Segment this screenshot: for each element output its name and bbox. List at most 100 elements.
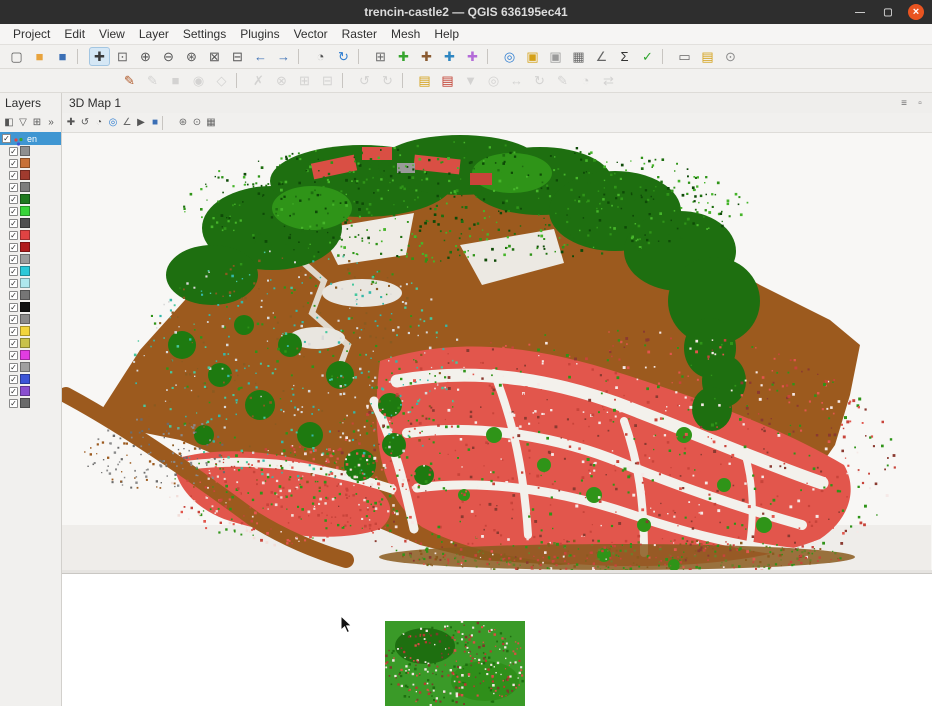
add-feature-icon[interactable]: ◉: [188, 71, 209, 90]
zoom-to-layer-icon[interactable]: ⊟: [227, 47, 248, 66]
copy-features-icon[interactable]: ⊞: [294, 71, 315, 90]
layer-class-row[interactable]: ✓: [0, 169, 61, 181]
layer-class-checkbox[interactable]: ✓: [9, 291, 18, 300]
layer-class-checkbox[interactable]: ✓: [9, 279, 18, 288]
new-project-icon[interactable]: ▢: [6, 47, 27, 66]
add-point-cloud-layer-icon[interactable]: ✚: [462, 47, 483, 66]
temporal-controller-icon[interactable]: ◔: [310, 47, 331, 66]
scene-config-icon[interactable]: ⊙: [190, 116, 204, 130]
identify-3d-icon[interactable]: ◎: [106, 116, 120, 130]
layer-class-checkbox[interactable]: ✓: [9, 195, 18, 204]
layer-class-checkbox[interactable]: ✓: [9, 327, 18, 336]
maximize-button[interactable]: ▢: [880, 4, 896, 20]
zoom-last-icon[interactable]: ←: [250, 47, 271, 66]
map-tips-icon[interactable]: ▤: [697, 47, 718, 66]
layer-class-row[interactable]: ✓: [0, 325, 61, 337]
save-3d-view-icon[interactable]: ■: [148, 116, 162, 130]
search-settings-icon[interactable]: ⊙: [720, 47, 741, 66]
viewport-3d[interactable]: [62, 132, 932, 570]
measure-3d-icon[interactable]: ∠: [120, 116, 134, 130]
layer-checkbox[interactable]: ✓: [2, 134, 11, 143]
layer-row-root[interactable]: ✓ en: [0, 132, 61, 145]
layer-class-checkbox[interactable]: ✓: [9, 159, 18, 168]
open-attribute-table-icon[interactable]: ▦: [568, 47, 589, 66]
play-animation-icon[interactable]: ▶: [134, 116, 148, 130]
cut-features-icon[interactable]: ⊗: [271, 71, 292, 90]
delete-selected-icon[interactable]: ✗: [248, 71, 269, 90]
save-project-icon[interactable]: ■: [52, 47, 73, 66]
open-project-icon[interactable]: ■: [29, 47, 50, 66]
layer-class-row[interactable]: ✓: [0, 157, 61, 169]
zoom-out-icon[interactable]: ⊖: [158, 47, 179, 66]
toggle-editing-icon[interactable]: ✎: [142, 71, 163, 90]
camera-rotate-icon[interactable]: ↺: [78, 116, 92, 130]
layer-class-row[interactable]: ✓: [0, 253, 61, 265]
data-source-manager-icon[interactable]: ⊞: [370, 47, 391, 66]
export-scene-icon[interactable]: ▦: [204, 116, 218, 130]
layer-class-row[interactable]: ✓: [0, 373, 61, 385]
select-features-icon[interactable]: ▣: [522, 47, 543, 66]
layer-class-checkbox[interactable]: ✓: [9, 375, 18, 384]
add-mesh-layer-icon[interactable]: ✚: [439, 47, 460, 66]
layer-class-row[interactable]: ✓: [0, 337, 61, 349]
vertex-tool-icon[interactable]: ◇: [211, 71, 232, 90]
layer-class-row[interactable]: ✓: [0, 205, 61, 217]
camera-pan-icon[interactable]: ✚: [64, 116, 78, 130]
zoom-in-icon[interactable]: ⊕: [135, 47, 156, 66]
redo-icon[interactable]: ↻: [377, 71, 398, 90]
zoom-next-icon[interactable]: →: [273, 47, 294, 66]
layer-class-checkbox[interactable]: ✓: [9, 387, 18, 396]
deselect-features-icon[interactable]: ▣: [545, 47, 566, 66]
filter-legend-icon[interactable]: ▽: [16, 116, 30, 130]
close-button[interactable]: ×: [908, 4, 924, 20]
layer-class-checkbox[interactable]: ✓: [9, 183, 18, 192]
pan-to-selection-icon[interactable]: ⊡: [112, 47, 133, 66]
menu-edit[interactable]: Edit: [57, 26, 92, 42]
layer-class-checkbox[interactable]: ✓: [9, 339, 18, 348]
menu-project[interactable]: Project: [6, 26, 57, 42]
menu-plugins[interactable]: Plugins: [233, 26, 286, 42]
save-edits-icon[interactable]: ■: [165, 71, 186, 90]
minimize-button[interactable]: —: [852, 4, 868, 20]
check-geometries-icon[interactable]: ✓: [637, 47, 658, 66]
pin-labels-icon[interactable]: ▼: [460, 71, 481, 90]
paste-features-icon[interactable]: ⊟: [317, 71, 338, 90]
expand-all-icon[interactable]: ⊞: [30, 116, 44, 130]
layer-class-row[interactable]: ✓: [0, 385, 61, 397]
layer-class-checkbox[interactable]: ✓: [9, 255, 18, 264]
layer-class-row[interactable]: ✓: [0, 361, 61, 373]
layer-class-checkbox[interactable]: ✓: [9, 147, 18, 156]
layer-class-checkbox[interactable]: ✓: [9, 315, 18, 324]
change-label-icon[interactable]: ✎: [552, 71, 573, 90]
current-edits-icon[interactable]: ✎: [119, 71, 140, 90]
layer-class-checkbox[interactable]: ✓: [9, 231, 18, 240]
layer-labeling-rules-icon[interactable]: ▤: [437, 71, 458, 90]
layer-class-checkbox[interactable]: ✓: [9, 243, 18, 252]
add-raster-layer-icon[interactable]: ✚: [416, 47, 437, 66]
layer-class-checkbox[interactable]: ✓: [9, 207, 18, 216]
zoom-to-selection-icon[interactable]: ⊠: [204, 47, 225, 66]
zoom-full-icon[interactable]: ⊛: [181, 47, 202, 66]
layer-class-row[interactable]: ✓: [0, 217, 61, 229]
layer-class-row[interactable]: ✓: [0, 289, 61, 301]
pan-map-icon[interactable]: ✚: [89, 47, 110, 66]
layer-class-row[interactable]: ✓: [0, 145, 61, 157]
menu-mesh[interactable]: Mesh: [384, 26, 427, 42]
layer-labeling-icon[interactable]: ▤: [414, 71, 435, 90]
undo-icon[interactable]: ↺: [354, 71, 375, 90]
panel-menu-icon[interactable]: ≡: [898, 97, 910, 109]
move-label-icon[interactable]: ↔: [506, 71, 527, 90]
highlight-labels-icon[interactable]: ◎: [483, 71, 504, 90]
layer-class-checkbox[interactable]: ✓: [9, 303, 18, 312]
layer-class-row[interactable]: ✓: [0, 277, 61, 289]
scale-widget-icon[interactable]: ▭: [674, 47, 695, 66]
open-layer-styling-icon[interactable]: ◧: [2, 116, 16, 130]
diagram-options-icon[interactable]: ◔: [575, 71, 596, 90]
titlebar[interactable]: trencin-castle2 — QGIS 636195ec41 — ▢ ×: [0, 0, 932, 24]
layer-class-row[interactable]: ✓: [0, 229, 61, 241]
identify-features-icon[interactable]: ◎: [499, 47, 520, 66]
layer-class-row[interactable]: ✓: [0, 181, 61, 193]
map-canvas-2d[interactable]: [62, 573, 932, 706]
refresh-map-icon[interactable]: ↻: [333, 47, 354, 66]
layer-class-row[interactable]: ✓: [0, 265, 61, 277]
